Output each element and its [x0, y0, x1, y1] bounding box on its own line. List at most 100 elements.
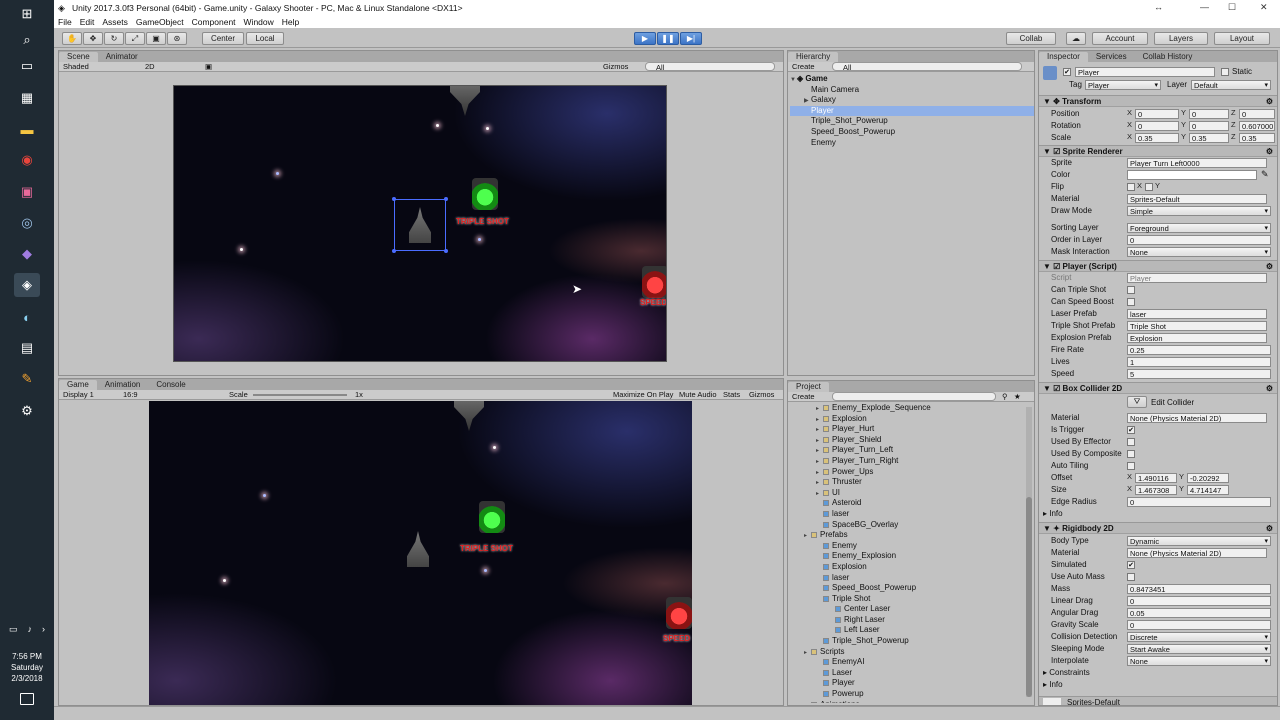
gameobject-active-checkbox[interactable]: ✔: [1063, 68, 1071, 76]
project-item[interactable]: Speed_Boost_Powerup: [792, 583, 1018, 594]
transform-header[interactable]: ▼ ✥ Transform ⚙: [1039, 95, 1277, 107]
offset-x-input[interactable]: 1.490116: [1135, 473, 1177, 483]
hierarchy-item[interactable]: Main Camera: [790, 85, 1034, 96]
scale-z-input[interactable]: 0.35: [1239, 133, 1275, 143]
app-icon[interactable]: ▣: [14, 180, 40, 204]
file-explorer-icon[interactable]: ▬: [14, 117, 40, 141]
chevron-right-icon[interactable]: ›: [42, 624, 45, 635]
chrome-icon[interactable]: ◉: [14, 148, 40, 172]
laser-prefab-field[interactable]: laser: [1127, 309, 1267, 319]
angular-drag-input[interactable]: 0.05: [1127, 608, 1271, 618]
tool-icon[interactable]: ✎: [14, 367, 40, 391]
shading-dropdown[interactable]: Shaded: [63, 62, 89, 72]
project-item[interactable]: laser: [792, 573, 1018, 584]
menu-window[interactable]: Window: [244, 17, 274, 27]
scene-search-input[interactable]: All: [645, 62, 775, 72]
triple-shot-prefab-field[interactable]: Triple Shot: [1127, 321, 1267, 331]
rotation-x-input[interactable]: 0: [1135, 121, 1179, 131]
component-settings-icon[interactable]: ⚙: [1266, 261, 1273, 273]
sprite-renderer-header[interactable]: ▼ ☑ Sprite Renderer ⚙: [1039, 145, 1277, 157]
component-settings-icon[interactable]: ⚙: [1266, 146, 1273, 158]
filter-icon[interactable]: ⚲: [1002, 392, 1008, 402]
position-y-input[interactable]: 0: [1189, 109, 1229, 119]
auto-mass-checkbox[interactable]: [1127, 573, 1135, 581]
hand-tool-icon[interactable]: ✋: [62, 32, 82, 45]
steam-icon[interactable]: ◎: [14, 211, 40, 235]
simulated-checkbox[interactable]: ✔: [1127, 561, 1135, 569]
sprite-field[interactable]: Player Turn Left0000: [1127, 158, 1267, 168]
lives-input[interactable]: 1: [1127, 357, 1271, 367]
position-z-input[interactable]: 0: [1239, 109, 1275, 119]
box-collider-header[interactable]: ▼ ☑ Box Collider 2D ⚙: [1039, 382, 1277, 394]
eyedropper-icon[interactable]: ✎: [1261, 169, 1269, 180]
hierarchy-item[interactable]: Player: [790, 105, 1034, 117]
video-editor-icon[interactable]: ▤: [14, 336, 40, 360]
menu-file[interactable]: File: [58, 17, 72, 27]
game-gizmos-dropdown[interactable]: Gizmos: [749, 390, 774, 400]
paint-icon[interactable]: ◐: [14, 305, 40, 329]
collider-material-field[interactable]: None (Physics Material 2D): [1127, 413, 1267, 423]
game-view[interactable]: TRIPLE SHOT SPEED: [149, 401, 692, 705]
maximize-icon[interactable]: ☐: [1228, 0, 1236, 15]
scale-slider[interactable]: [253, 394, 347, 396]
layer-dropdown[interactable]: Default: [1191, 80, 1271, 91]
collider-info-foldout[interactable]: ▸ Info: [1043, 508, 1063, 519]
tab-hierarchy[interactable]: Hierarchy: [788, 52, 839, 62]
tab-services[interactable]: Services: [1088, 52, 1135, 62]
color-field[interactable]: [1127, 170, 1257, 180]
constraints-foldout[interactable]: ▸ Constraints: [1043, 667, 1090, 678]
search-icon[interactable]: ⌕: [14, 28, 40, 52]
menu-assets[interactable]: Assets: [102, 17, 128, 27]
project-item[interactable]: ▸ Enemy_Explode_Sequence: [792, 403, 1018, 414]
step-button[interactable]: ▶|: [680, 32, 702, 45]
rigidbody-info-foldout[interactable]: ▸ Info: [1043, 679, 1063, 690]
task-view-icon[interactable]: ▭: [14, 54, 40, 78]
layout-dropdown[interactable]: Layout: [1214, 32, 1270, 45]
component-settings-icon[interactable]: ⚙: [1266, 523, 1273, 535]
hierarchy-item[interactable]: ▶ Galaxy: [790, 95, 1034, 106]
move-tool-icon[interactable]: ✥: [83, 32, 103, 45]
mass-input[interactable]: 0.8473451: [1127, 584, 1271, 594]
position-x-input[interactable]: 0: [1135, 109, 1179, 119]
static-checkbox[interactable]: [1221, 68, 1229, 76]
menu-component[interactable]: Component: [192, 17, 236, 27]
network-icon[interactable]: ▭: [9, 624, 18, 635]
expand-arrow-icon[interactable]: ▸: [804, 531, 811, 542]
enemy-sprite[interactable]: [450, 86, 480, 116]
resize-icon[interactable]: ↔: [1154, 0, 1163, 15]
pause-button[interactable]: ❚❚: [657, 32, 679, 45]
account-dropdown[interactable]: Account: [1092, 32, 1148, 45]
project-create-button[interactable]: Create: [792, 392, 815, 402]
hierarchy-create-button[interactable]: Create: [792, 62, 815, 72]
linear-drag-input[interactable]: 0: [1127, 596, 1271, 606]
project-item[interactable]: ▸ Thruster: [792, 477, 1018, 488]
project-item[interactable]: laser: [792, 509, 1018, 520]
project-scrollbar[interactable]: [1026, 407, 1032, 697]
project-item[interactable]: Explosion: [792, 562, 1018, 573]
display-dropdown[interactable]: Display 1: [63, 390, 94, 400]
edit-collider-icon[interactable]: ⛛: [1127, 396, 1147, 408]
speed-input[interactable]: 5: [1127, 369, 1271, 379]
visual-studio-icon[interactable]: ◆: [14, 242, 40, 266]
hierarchy-scene-root[interactable]: ▼◈ Game: [790, 74, 1034, 85]
hierarchy-item[interactable]: Triple_Shot_Powerup: [790, 116, 1034, 127]
component-settings-icon[interactable]: ⚙: [1266, 383, 1273, 395]
triple-shot-powerup-sprite[interactable]: [472, 178, 498, 210]
project-item[interactable]: ▸ Prefabs: [792, 530, 1018, 541]
project-item[interactable]: Left Laser: [792, 625, 1018, 636]
edge-radius-input[interactable]: 0: [1127, 497, 1271, 507]
hierarchy-item[interactable]: Speed_Boost_Powerup: [790, 127, 1034, 138]
collision-detection-dropdown[interactable]: Discrete: [1127, 632, 1271, 643]
project-item[interactable]: ▸ Scripts: [792, 647, 1018, 658]
size-x-input[interactable]: 1.467308: [1135, 485, 1177, 495]
scale-y-input[interactable]: 0.35: [1189, 133, 1229, 143]
unity-icon[interactable]: ◈: [14, 273, 40, 297]
order-in-layer-input[interactable]: 0: [1127, 235, 1271, 245]
rotate-tool-icon[interactable]: ↻: [104, 32, 124, 45]
project-item[interactable]: ▸ Player_Hurt: [792, 424, 1018, 435]
body-type-dropdown[interactable]: Dynamic: [1127, 536, 1271, 547]
calculator-icon[interactable]: ▦: [14, 86, 40, 110]
fire-rate-input[interactable]: 0.25: [1127, 345, 1271, 355]
gizmos-dropdown[interactable]: Gizmos: [603, 62, 628, 72]
tab-game[interactable]: Game: [59, 380, 97, 390]
